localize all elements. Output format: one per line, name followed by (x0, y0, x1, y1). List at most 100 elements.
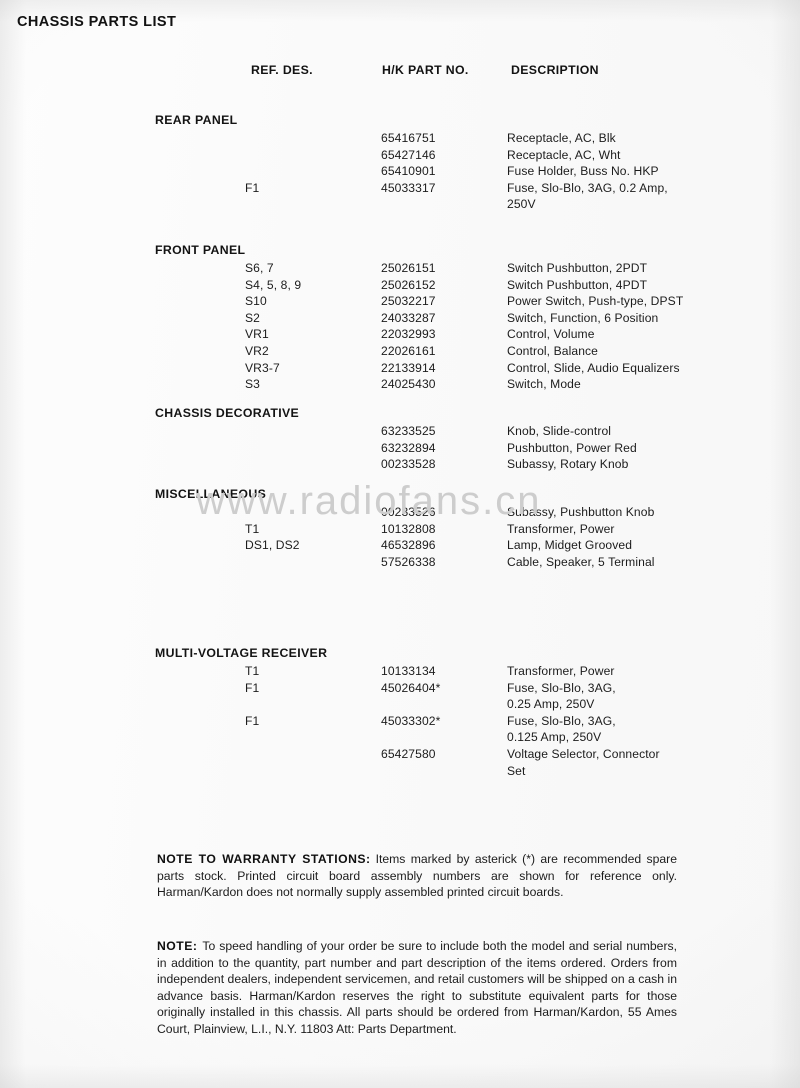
cell-description: 250V (507, 197, 536, 212)
table-row: F1 45026404* Fuse, Slo-Blo, 3AG, (0, 681, 800, 698)
table-row: 0.25 Amp, 250V (0, 697, 800, 714)
table-row: Set (0, 764, 800, 781)
table-row: T1 10133134 Transformer, Power (0, 664, 800, 681)
table-row: S10 25032217 Power Switch, Push-type, DPST (0, 294, 800, 311)
cell-ref-des: F1 (245, 713, 260, 728)
cell-ref-des: F1 (245, 180, 260, 195)
table-row: 65410901 Fuse Holder, Buss No. HKP (0, 164, 800, 181)
cell-part-no: 00233528 (381, 457, 436, 472)
table-row: S3 24025430 Switch, Mode (0, 377, 800, 394)
cell-description: Voltage Selector, Connector (507, 746, 660, 761)
column-header-description: DESCRIPTION (511, 63, 599, 77)
cell-part-no: 63233525 (381, 424, 436, 438)
section-title: FRONT PANEL (155, 243, 246, 257)
section-rows: 65416751 Receptacle, AC, Blk 65427146 Recep… (0, 131, 800, 214)
cell-ref-des: S10 (245, 294, 267, 309)
cell-description: Control, Slide, Audio Equalizers (507, 360, 680, 375)
cell-description: Switch, Function, 6 Position (507, 310, 659, 325)
cell-part-no: 22133914 (381, 360, 436, 375)
cell-part-no: 57526338 (381, 554, 436, 569)
cell-description: Knob, Slide-control (507, 424, 612, 438)
table-row: 250V (0, 197, 800, 214)
cell-description: Switch Pushbutton, 4PDT (507, 277, 648, 292)
cell-part-no: 25032217 (381, 294, 436, 309)
table-row: 00233526 Subassy, Pushbutton Knob (0, 505, 800, 522)
page-title: CHASSIS PARTS LIST (17, 14, 177, 30)
cell-part-no: 65416751 (381, 131, 436, 145)
cell-part-no: 45033317 (381, 180, 436, 195)
column-header-ref-des: REF. DES. (251, 63, 313, 77)
cell-description: Lamp, Midget Grooved (507, 538, 633, 553)
table-row: T1 10132808 Transformer, Power (0, 522, 800, 539)
cell-part-no: 25026151 (381, 261, 436, 275)
table-row: 00233528 Subassy, Rotary Knob (0, 457, 800, 474)
cell-ref-des: S6, 7 (245, 261, 274, 275)
table-row: S6, 7 25026151 Switch Pushbutton, 2PDT (0, 261, 800, 278)
table-row: VR2 22026161 Control, Balance (0, 344, 800, 361)
section-rows: 63233525 Knob, Slide-control 63232894 Pushb… (0, 424, 800, 474)
cell-part-no: 65427146 (381, 147, 436, 162)
cell-part-no: 22026161 (381, 343, 436, 358)
cell-description: Receptacle, AC, Wht (507, 147, 621, 162)
cell-ref-des: S2 (245, 310, 260, 325)
table-row: 65427580 Voltage Selector, Connector (0, 747, 800, 764)
cell-description: Pushbutton, Power Red (507, 440, 637, 455)
section-rows: 00233526 Subassy, Pushbutton Knob T1 101328… (0, 505, 800, 571)
note-ordering-body: To speed handling of your order be sure … (157, 939, 677, 1036)
cell-part-no: 24025430 (381, 377, 436, 392)
cell-description: Transformer, Power (507, 521, 615, 536)
cell-part-no: 25026152 (381, 277, 436, 292)
table-row: 0.125 Amp, 250V (0, 730, 800, 747)
cell-ref-des: S4, 5, 8, 9 (245, 277, 302, 292)
cell-part-no: 45033302* (381, 713, 441, 728)
cell-description: Power Switch, Push-type, DPST (507, 294, 684, 309)
cell-description: Control, Volume (507, 327, 595, 342)
cell-ref-des: VR3-7 (245, 360, 280, 375)
table-row: 57526338 Cable, Speaker, 5 Terminal (0, 555, 800, 572)
cell-part-no: 65410901 (381, 164, 436, 179)
cell-description: Receptacle, AC, Blk (507, 131, 616, 145)
note-ordering-label: NOTE: (157, 939, 198, 953)
cell-description: Cable, Speaker, 5 Terminal (507, 554, 655, 569)
section-rows: S6, 7 25026151 Switch Pushbutton, 2PDT S4, … (0, 261, 800, 394)
cell-description: Fuse Holder, Buss No. HKP (507, 164, 659, 179)
cell-description: 0.25 Amp, 250V (507, 697, 595, 712)
cell-part-no: 63232894 (381, 440, 436, 455)
table-row: S4, 5, 8, 9 25026152 Switch Pushbutton, 4P… (0, 278, 800, 295)
cell-ref-des: T1 (245, 521, 260, 536)
section-title: REAR PANEL (155, 113, 238, 127)
cell-part-no: 45026404* (381, 680, 441, 695)
cell-description: Fuse, Slo-Blo, 3AG, 0.2 Amp, (507, 180, 668, 195)
section-rows: T1 10133134 Transformer, Power F1 45026404* F… (0, 664, 800, 780)
cell-description: Control, Balance (507, 343, 599, 358)
table-row: 63233525 Knob, Slide-control (0, 424, 800, 441)
cell-part-no: 00233526 (381, 505, 436, 519)
cell-ref-des: T1 (245, 664, 260, 678)
table-row: VR1 22032993 Control, Volume (0, 327, 800, 344)
cell-part-no: 10132808 (381, 521, 436, 536)
cell-description: Set (507, 763, 526, 778)
cell-description: 0.125 Amp, 250V (507, 730, 602, 745)
cell-description: Transformer, Power (507, 664, 615, 678)
note-ordering: NOTE: To speed handling of your order be … (157, 938, 677, 1037)
table-row: DS1, DS2 46532896 Lamp, Midget Grooved (0, 538, 800, 555)
section-title: MULTI-VOLTAGE RECEIVER (155, 646, 328, 660)
note-warranty-stations: NOTE TO WARRANTY STATIONS: Items marked b… (157, 851, 677, 901)
table-row: S2 24033287 Switch, Function, 6 Position (0, 311, 800, 328)
table-row: 65427146 Receptacle, AC, Wht (0, 148, 800, 165)
section-title: CHASSIS DECORATIVE (155, 406, 300, 420)
cell-description: Subassy, Rotary Knob (507, 457, 629, 472)
cell-part-no: 24033287 (381, 310, 436, 325)
cell-description: Switch, Mode (507, 377, 581, 392)
cell-description: Switch Pushbutton, 2PDT (507, 261, 648, 275)
cell-description: Fuse, Slo-Blo, 3AG, (507, 680, 616, 695)
section-title: MISCELLANEOUS (155, 487, 267, 501)
cell-part-no: 22032993 (381, 327, 436, 342)
cell-description: Subassy, Pushbutton Knob (507, 505, 655, 519)
note-warranty-label: NOTE TO WARRANTY STATIONS: (157, 852, 371, 866)
cell-part-no: 10133134 (381, 664, 436, 678)
table-row: 65416751 Receptacle, AC, Blk (0, 131, 800, 148)
table-row: F1 45033302* Fuse, Slo-Blo, 3AG, (0, 714, 800, 731)
cell-ref-des: VR2 (245, 343, 269, 358)
cell-part-no: 65427580 (381, 746, 436, 761)
